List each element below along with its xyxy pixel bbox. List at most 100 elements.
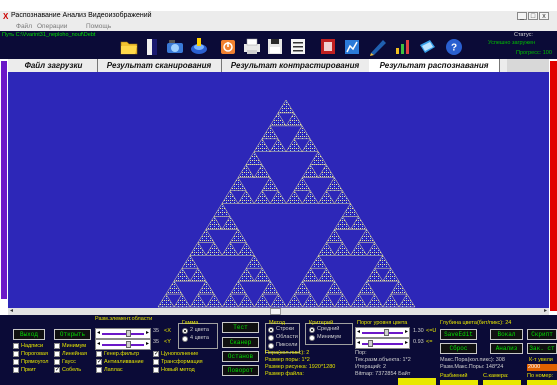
camera-icon[interactable] — [165, 35, 185, 57]
camera-label: С.камера: — [483, 373, 509, 379]
bars-icon[interactable] — [393, 35, 413, 57]
tab-file-load[interactable]: Файл загрузки — [10, 59, 98, 72]
k-value-input[interactable]: 2000 — [527, 364, 557, 371]
notebook-icon[interactable] — [417, 35, 437, 57]
stop-button[interactable]: Останов — [222, 351, 259, 362]
maximize-button[interactable]: □ — [528, 12, 538, 20]
checkbox-antialias[interactable]: ✓ — [96, 359, 102, 365]
max-pore-size: Разм.Макс.Поры: 148*24 — [440, 364, 504, 370]
checkbox-rect[interactable] — [13, 359, 19, 365]
threshold-slider-1[interactable]: ◂ ▸ — [355, 327, 410, 338]
scroll-left-icon[interactable]: ◂ — [8, 308, 15, 315]
open-button[interactable]: Открыть — [54, 329, 91, 340]
analysis-button[interactable]: Анализ — [490, 343, 523, 354]
save-icon[interactable] — [265, 35, 285, 57]
checkbox-prewitt[interactable] — [13, 367, 19, 373]
film-icon[interactable] — [318, 35, 338, 57]
menu-operations[interactable]: Операции — [37, 23, 67, 30]
fractal-triangle — [286, 293, 304, 308]
checkbox-labels[interactable] — [13, 343, 19, 349]
y-size-slider[interactable]: ◂ ▸ — [95, 339, 151, 350]
criterion-min-radio[interactable] — [309, 335, 315, 341]
checkbox-fill[interactable]: ✓ — [153, 351, 159, 357]
split-input[interactable] — [440, 380, 478, 385]
fractal-triangle — [350, 241, 368, 256]
iterations: Итераций: 2 — [355, 364, 386, 370]
camera-input[interactable] — [483, 380, 521, 385]
fractal-triangle — [237, 293, 255, 308]
tab-contrast-result[interactable]: Результат контрастирования — [221, 59, 370, 72]
stack-button[interactable]: Вокал — [490, 329, 523, 340]
gamma-2-radio[interactable] — [182, 328, 188, 334]
checkbox-gen-filter[interactable] — [96, 351, 102, 357]
fractal-triangle — [205, 293, 223, 308]
control-panel: Разм.элемент.области Выход Открыть ◂ ▸ 3… — [0, 315, 557, 385]
chart-icon[interactable] — [342, 35, 362, 57]
criterion-opt2: Минимум — [317, 334, 342, 340]
tab-scan-result[interactable]: Результат сканирования — [97, 59, 222, 72]
tab-recognition-result[interactable]: Результат распознавания — [369, 59, 500, 72]
threshold-2-thumb[interactable] — [368, 340, 373, 347]
fractal-triangle — [253, 293, 271, 308]
rotate-button[interactable]: Поворот — [222, 365, 259, 376]
list-icon[interactable] — [288, 35, 308, 57]
threshold-1-thumb[interactable] — [384, 329, 389, 336]
checkbox-minimum[interactable] — [54, 343, 60, 349]
checkbox-gauss[interactable] — [54, 359, 60, 365]
fractal-triangle — [237, 241, 255, 256]
fractal-triangle — [237, 267, 255, 282]
fractal-triangle — [157, 293, 175, 308]
fractal-triangle — [269, 112, 287, 127]
exit-button[interactable]: Выход — [13, 329, 45, 340]
close-button[interactable]: x — [539, 12, 549, 20]
script-button[interactable]: Скрипт — [527, 329, 557, 340]
checkbox-laplace[interactable] — [96, 367, 102, 373]
stop-icon[interactable] — [218, 35, 238, 57]
checkbox-new-method[interactable] — [153, 367, 159, 373]
fractal-triangle — [301, 164, 319, 178]
checkbox-sobel[interactable]: ✓ — [54, 367, 60, 373]
y-slider-thumb[interactable] — [126, 341, 131, 348]
test-button[interactable]: Тест — [222, 322, 259, 333]
checkbox-transform-label: Трансформация — [161, 359, 203, 365]
x-size-slider[interactable]: ◂ ▸ — [95, 328, 151, 339]
menu-help[interactable]: Помощь — [86, 23, 111, 30]
scroll-right-icon[interactable]: ▸ — [542, 308, 549, 315]
fractal-triangle — [333, 190, 351, 204]
criterion-avg-radio[interactable] — [309, 327, 315, 333]
folder-icon[interactable] — [119, 35, 139, 57]
number-input[interactable] — [527, 380, 557, 385]
left-scroll-strip[interactable] — [0, 59, 8, 313]
horizontal-scrollbar[interactable]: ◂ ▸ — [8, 308, 549, 315]
x-slider-thumb[interactable] — [126, 330, 131, 337]
scanner-button[interactable]: Сканер — [222, 337, 259, 348]
minimize-button[interactable]: _ — [517, 12, 527, 20]
fractal-triangle — [318, 241, 336, 256]
checkbox-linear[interactable] — [54, 351, 60, 357]
document-icon[interactable] — [142, 35, 162, 57]
method-pixels-radio[interactable] — [268, 343, 274, 349]
tab-bar: Файл загрузки Результат сканирования Рез… — [8, 59, 549, 73]
method-areas-radio[interactable] — [268, 335, 274, 341]
checkbox-threshold[interactable] — [13, 351, 19, 357]
checkbox-gen-filter-label: Генер.фильтр — [104, 351, 140, 357]
window-title: Распознавание Анализ Видеоизображений — [11, 12, 152, 19]
fractal-triangle — [261, 177, 279, 191]
reset-button[interactable]: Сброс — [440, 343, 477, 354]
pore-title: Пор: — [355, 350, 367, 356]
gamma-opt1: 2 цвета — [190, 327, 209, 333]
threshold-unit-2: <= — [426, 339, 433, 345]
gamma-4-radio[interactable] — [182, 336, 188, 342]
pen-icon[interactable] — [368, 35, 388, 57]
threshold-slider-2[interactable]: ◂ ▸ — [355, 338, 410, 349]
save-edit-button[interactable]: SaveEdit — [440, 329, 477, 340]
menu-file[interactable]: Файл — [16, 23, 32, 30]
scroll-thumb[interactable] — [270, 308, 281, 315]
method-rows-radio[interactable] — [268, 327, 274, 333]
help-icon[interactable]: ? — [444, 35, 464, 57]
ext-button[interactable]: Зак. ст — [527, 343, 557, 354]
disc-icon[interactable] — [189, 35, 209, 57]
checkbox-transform[interactable] — [153, 359, 159, 365]
printer-icon[interactable] — [242, 35, 262, 57]
progress-label: Прогресс: 100 — [516, 50, 552, 56]
